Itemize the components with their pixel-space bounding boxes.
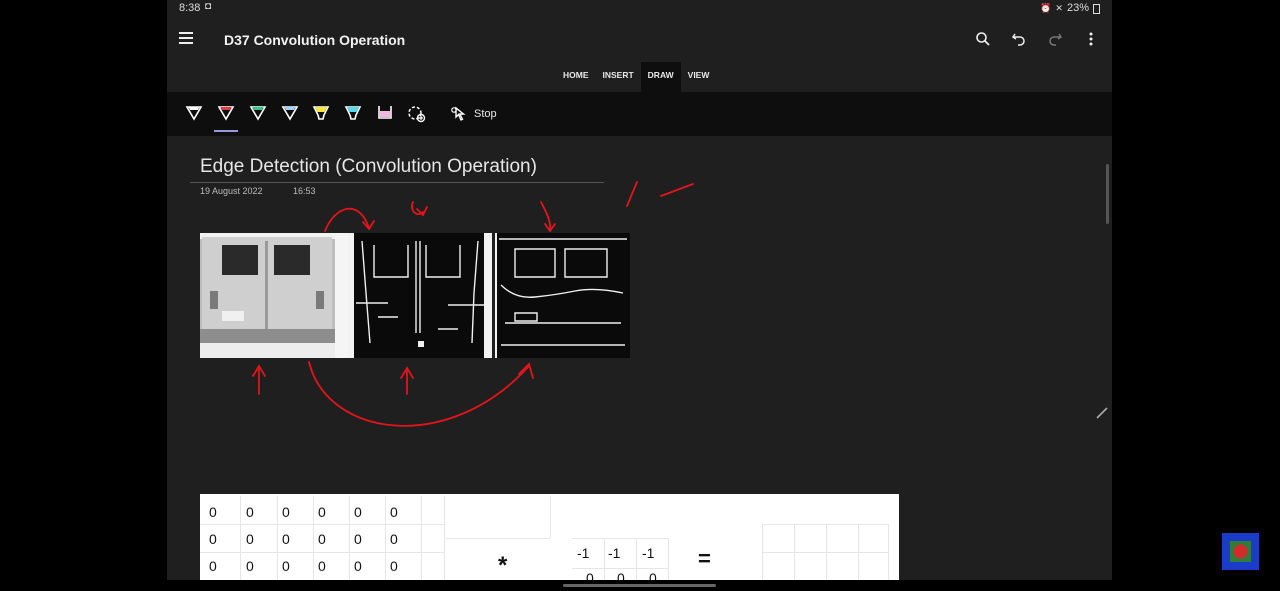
input-cell: 0 bbox=[282, 558, 290, 574]
grid-line bbox=[200, 552, 444, 553]
input-cell: 0 bbox=[318, 504, 326, 520]
kernel-cell: 0 bbox=[586, 570, 594, 580]
app-bar: D37 Convolution Operation bbox=[167, 18, 1112, 62]
input-cell: 0 bbox=[354, 531, 362, 547]
grid-line bbox=[762, 524, 763, 580]
grid-line bbox=[762, 552, 888, 553]
kernel-cell: 0 bbox=[617, 570, 625, 580]
app-actions bbox=[972, 28, 1102, 50]
grid-line bbox=[604, 538, 605, 580]
grid-line bbox=[385, 496, 386, 580]
tab-draw[interactable]: DRAW bbox=[640, 62, 681, 92]
kernel-cell: 0 bbox=[649, 570, 657, 580]
grid-line bbox=[200, 524, 444, 525]
draw-toolbar: Stop bbox=[167, 92, 1112, 136]
grid-line bbox=[762, 524, 888, 525]
input-cell: 0 bbox=[246, 558, 254, 574]
pen-green-icon[interactable] bbox=[248, 104, 268, 126]
status-time: 8:38 bbox=[179, 2, 201, 14]
grid-line bbox=[794, 524, 795, 580]
channel-logo-icon bbox=[1222, 533, 1259, 570]
grid-line bbox=[636, 538, 637, 580]
grid-line bbox=[550, 496, 551, 538]
highlighter-cyan-icon[interactable] bbox=[343, 104, 363, 126]
page-name: D37 Convolution Operation bbox=[224, 32, 406, 48]
status-right: ⏰ ✕ 23% bbox=[1040, 2, 1100, 14]
highlighter-yellow-icon[interactable] bbox=[311, 104, 331, 126]
input-cell: 0 bbox=[354, 558, 362, 574]
undo-icon[interactable] bbox=[1008, 28, 1030, 50]
lasso-select-icon[interactable] bbox=[407, 104, 427, 126]
grid-line bbox=[826, 524, 827, 580]
grid-line bbox=[668, 538, 669, 580]
pen-blue-icon[interactable] bbox=[280, 104, 300, 126]
alarm-icon: ⏰ bbox=[1040, 2, 1052, 13]
input-cell: 0 bbox=[282, 531, 290, 547]
menu-icon[interactable] bbox=[179, 32, 193, 44]
grid-line bbox=[277, 496, 278, 580]
input-cell: 0 bbox=[209, 504, 217, 520]
equals-sign: = bbox=[698, 546, 711, 571]
kernel-cell: -1 bbox=[608, 545, 621, 561]
ribbon-tabs: HOME INSERT DRAW VIEW bbox=[556, 62, 716, 92]
more-options-icon[interactable] bbox=[1080, 28, 1102, 50]
pen-white-icon[interactable] bbox=[184, 104, 204, 126]
input-cell: 0 bbox=[246, 531, 254, 547]
tab-view[interactable]: VIEW bbox=[681, 62, 717, 92]
battery-level: 23% bbox=[1066, 2, 1089, 14]
stop-pointer-icon bbox=[451, 106, 466, 121]
grid-line bbox=[444, 496, 445, 580]
kernel-cell: -1 bbox=[577, 545, 590, 561]
grid-line bbox=[572, 568, 668, 569]
convolution-matrix-panel: 0 0 0 0 0 0 0 0 0 0 0 0 0 0 0 0 0 0 * -1 bbox=[200, 494, 899, 580]
grid-line bbox=[313, 496, 314, 580]
input-cell: 0 bbox=[390, 531, 398, 547]
redo-icon[interactable] bbox=[1044, 28, 1066, 50]
input-cell: 0 bbox=[318, 531, 326, 547]
stop-drawing-button[interactable]: Stop bbox=[450, 104, 497, 124]
grid-line bbox=[572, 538, 668, 539]
status-bar: 8:38 ◘ ⏰ ✕ 23% bbox=[167, 0, 1112, 18]
grid-line bbox=[888, 524, 889, 580]
input-cell: 0 bbox=[354, 504, 362, 520]
grid-line bbox=[858, 524, 859, 580]
stop-label: Stop bbox=[474, 108, 497, 120]
grid-line bbox=[240, 496, 241, 580]
input-cell: 0 bbox=[390, 504, 398, 520]
input-cell: 0 bbox=[390, 558, 398, 574]
grid-line bbox=[421, 496, 422, 580]
battery-icon bbox=[1093, 4, 1100, 14]
pen-cursor-icon bbox=[1096, 407, 1108, 419]
input-cell: 0 bbox=[209, 531, 217, 547]
grid-line bbox=[446, 538, 550, 539]
pen-red-icon[interactable] bbox=[214, 104, 238, 132]
kernel-cell: -1 bbox=[642, 545, 655, 561]
grid-line bbox=[349, 496, 350, 580]
input-cell: 0 bbox=[282, 504, 290, 520]
onenote-screen: 8:38 ◘ ⏰ ✕ 23% D37 Convolution Operation bbox=[167, 0, 1112, 580]
highlighter-pink-icon[interactable] bbox=[375, 104, 395, 126]
screen-record-icon: ◘ bbox=[205, 1, 212, 12]
mute-icon: ✕ bbox=[1055, 2, 1063, 13]
home-gesture-bar[interactable] bbox=[563, 584, 716, 587]
tab-insert[interactable]: INSERT bbox=[596, 62, 641, 92]
search-icon[interactable] bbox=[972, 28, 994, 50]
input-cell: 0 bbox=[246, 504, 254, 520]
input-cell: 0 bbox=[209, 558, 217, 574]
input-cell: 0 bbox=[318, 558, 326, 574]
convolution-operator: * bbox=[498, 552, 508, 579]
note-canvas[interactable]: Edge Detection (Convolution Operation) 1… bbox=[167, 136, 1112, 580]
tab-home[interactable]: HOME bbox=[556, 62, 596, 92]
